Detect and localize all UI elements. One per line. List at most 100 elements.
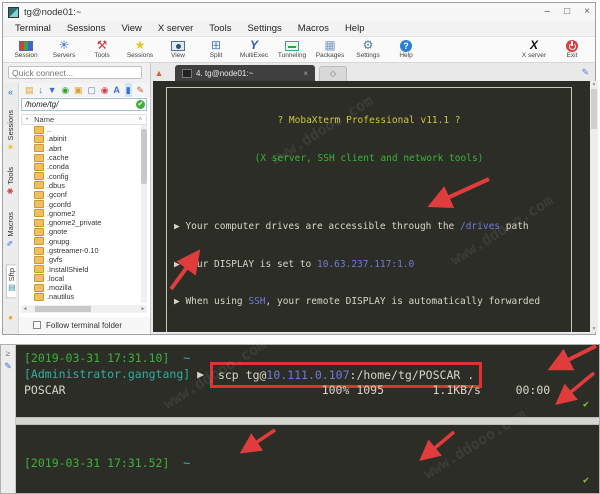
scroll-thumb[interactable] [591, 89, 597, 129]
terminal-scrollbar[interactable]: ▲ ▼ [590, 81, 598, 332]
split-button[interactable]: ⊞ Split [197, 39, 235, 60]
menu-xserver[interactable]: X server [150, 21, 201, 37]
tree-item[interactable]: .gnote [21, 227, 140, 236]
tree-item[interactable]: .cache [21, 153, 140, 162]
scroll-left-icon[interactable]: ◄ [21, 306, 29, 312]
new-file-icon[interactable]: ▢ [87, 83, 96, 97]
session-icon [19, 41, 33, 51]
toolbar: Session ✳ Servers ⚒ Tools ★ Sessions Vie… [3, 37, 595, 63]
menu-settings[interactable]: Settings [239, 21, 289, 37]
servers-icon: ✳ [59, 39, 69, 52]
scroll-thumb[interactable] [35, 306, 91, 312]
tools-icon: ⚒ [97, 39, 108, 52]
tree-item-parent[interactable]: .. [21, 125, 140, 134]
tree-item[interactable]: .mozilla [21, 283, 140, 292]
close-button[interactable]: × [584, 3, 590, 21]
tree-item[interactable]: .gnome2 [21, 209, 140, 218]
tree-item[interactable]: .conda [21, 162, 140, 171]
xserver-button[interactable]: X X server [515, 39, 553, 60]
tree-item[interactable]: .gconfd [21, 199, 140, 208]
menu-help[interactable]: Help [337, 21, 373, 37]
tree-item[interactable]: .InstallShield [21, 264, 140, 273]
edit-pencil-icon[interactable]: ✎ [581, 67, 589, 78]
help-button[interactable]: ? Help [387, 39, 425, 60]
terminal-output-bottom[interactable]: [2019-03-31 17:31.10] ~ [Administrator.g… [16, 345, 599, 493]
refresh-icon[interactable]: ◉ [61, 83, 69, 97]
mobaxterm-window: tg@node01:~ – □ × Terminal Sessions View… [2, 2, 596, 335]
folder-icon [34, 219, 44, 227]
banner-bullet-display: ▶ Your DISPLAY is set to 10.63.237.117:1… [174, 259, 564, 272]
multiexec-button[interactable]: Y MultiExec [235, 39, 273, 60]
session-button[interactable]: Session [7, 39, 45, 60]
file-tree: .. .abinit .abrt .cache .conda .config .… [21, 125, 140, 303]
new-tab-button[interactable]: ◇ [319, 66, 347, 81]
quick-connect-input[interactable] [8, 66, 142, 79]
tree-item[interactable]: .abinit [21, 134, 140, 143]
scroll-thumb[interactable] [141, 129, 147, 184]
menu-macros[interactable]: Macros [290, 21, 337, 37]
tree-item[interactable]: .abrt [21, 144, 140, 153]
folder-icon [34, 154, 44, 162]
tree-item[interactable]: .dbus [21, 181, 140, 190]
edit-icon[interactable]: ✎ [136, 83, 144, 97]
success-check-icon: ✔ [583, 399, 589, 410]
stop-icon[interactable]: ◉ [101, 83, 109, 97]
follow-terminal-folder-row: Follow terminal folder [19, 317, 150, 333]
follow-terminal-folder-checkbox[interactable] [33, 321, 41, 329]
tree-item[interactable]: .gvfs [21, 255, 140, 264]
motd-banner: ? MobaXterm Professional v11.1 ? (X serv… [166, 87, 572, 332]
tree-item[interactable]: .gnome2_private [21, 218, 140, 227]
menu-tools[interactable]: Tools [201, 21, 239, 37]
server-icon: ▥ [7, 283, 16, 292]
remote-path-input[interactable] [21, 98, 147, 111]
font-icon[interactable]: A [113, 83, 120, 97]
strip-glyph-icon: ≥ [1, 349, 15, 358]
server-view-icon[interactable]: ▮ [125, 83, 132, 97]
tools-button[interactable]: ⚒ Tools [83, 39, 121, 60]
tree-item[interactable]: .gconf [21, 190, 140, 199]
scroll-right-icon[interactable]: ► [139, 306, 147, 312]
tree-item[interactable]: .gstreamer-0.10 [21, 246, 140, 255]
download-icon[interactable]: ↓ [38, 83, 43, 97]
scroll-down-icon[interactable]: ▼ [590, 326, 598, 332]
terminal-output[interactable]: ? MobaXterm Professional v11.1 ? (X serv… [153, 81, 590, 332]
terminal-tab[interactable]: 4. tg@node01:~ × [175, 65, 315, 81]
tree-vertical-scrollbar[interactable] [141, 125, 147, 303]
tree-horizontal-scrollbar[interactable]: ◄ ► [21, 305, 147, 313]
scroll-up-icon[interactable]: ▲ [590, 81, 598, 87]
tree-item[interactable]: .config [21, 171, 140, 180]
sidebar-tab-macros[interactable]: ✎ Macros [6, 212, 15, 250]
tunneling-icon [285, 41, 299, 51]
collapse-sidebar-icon[interactable]: « [8, 87, 13, 97]
menu-view[interactable]: View [113, 21, 149, 37]
view-button[interactable]: View [159, 39, 197, 60]
tree-header[interactable]: • Name ˄ [21, 114, 147, 125]
open-folder-icon[interactable]: ▣ [74, 83, 83, 97]
tree-item[interactable]: .nautilus [21, 292, 140, 301]
menu-terminal[interactable]: Terminal [7, 21, 59, 37]
filter-icon[interactable]: ▼ [48, 83, 57, 97]
tree-item[interactable]: .gnupg [21, 237, 140, 246]
page: tg@node01:~ – □ × Terminal Sessions View… [0, 0, 600, 494]
sessions-button[interactable]: ★ Sessions [121, 39, 159, 60]
status-dot-icon: ● [8, 313, 13, 322]
tunneling-button[interactable]: Tunneling [273, 39, 311, 60]
sidebar-tab-sftp[interactable]: ▥ Sftp [6, 264, 16, 298]
maximize-button[interactable]: □ [564, 3, 570, 21]
tree-item[interactable]: .local [21, 274, 140, 283]
tab-close-icon[interactable]: × [303, 69, 308, 78]
minimize-button[interactable]: – [545, 3, 551, 21]
sidebar-tab-sessions[interactable]: ★ Sessions [6, 110, 15, 153]
folder-up-icon[interactable]: ▤ [25, 83, 34, 97]
packages-button[interactable]: ▦ Packages [311, 39, 349, 60]
settings-button[interactable]: ⚙ Settings [349, 39, 387, 60]
ls-block: [2019-03-31 17:31.52] ~ [Administrator.g… [24, 427, 599, 494]
exit-button[interactable]: Exit [553, 39, 591, 60]
servers-button[interactable]: ✳ Servers [45, 39, 83, 60]
star-icon: ★ [135, 39, 146, 52]
gear-icon: ⚙ [363, 39, 374, 52]
upload-arrow-icon[interactable]: ▲ [151, 65, 167, 81]
multiexec-icon: Y [250, 39, 258, 52]
menu-sessions[interactable]: Sessions [59, 21, 114, 37]
sidebar-tab-tools[interactable]: ✱ Tools [6, 167, 15, 198]
